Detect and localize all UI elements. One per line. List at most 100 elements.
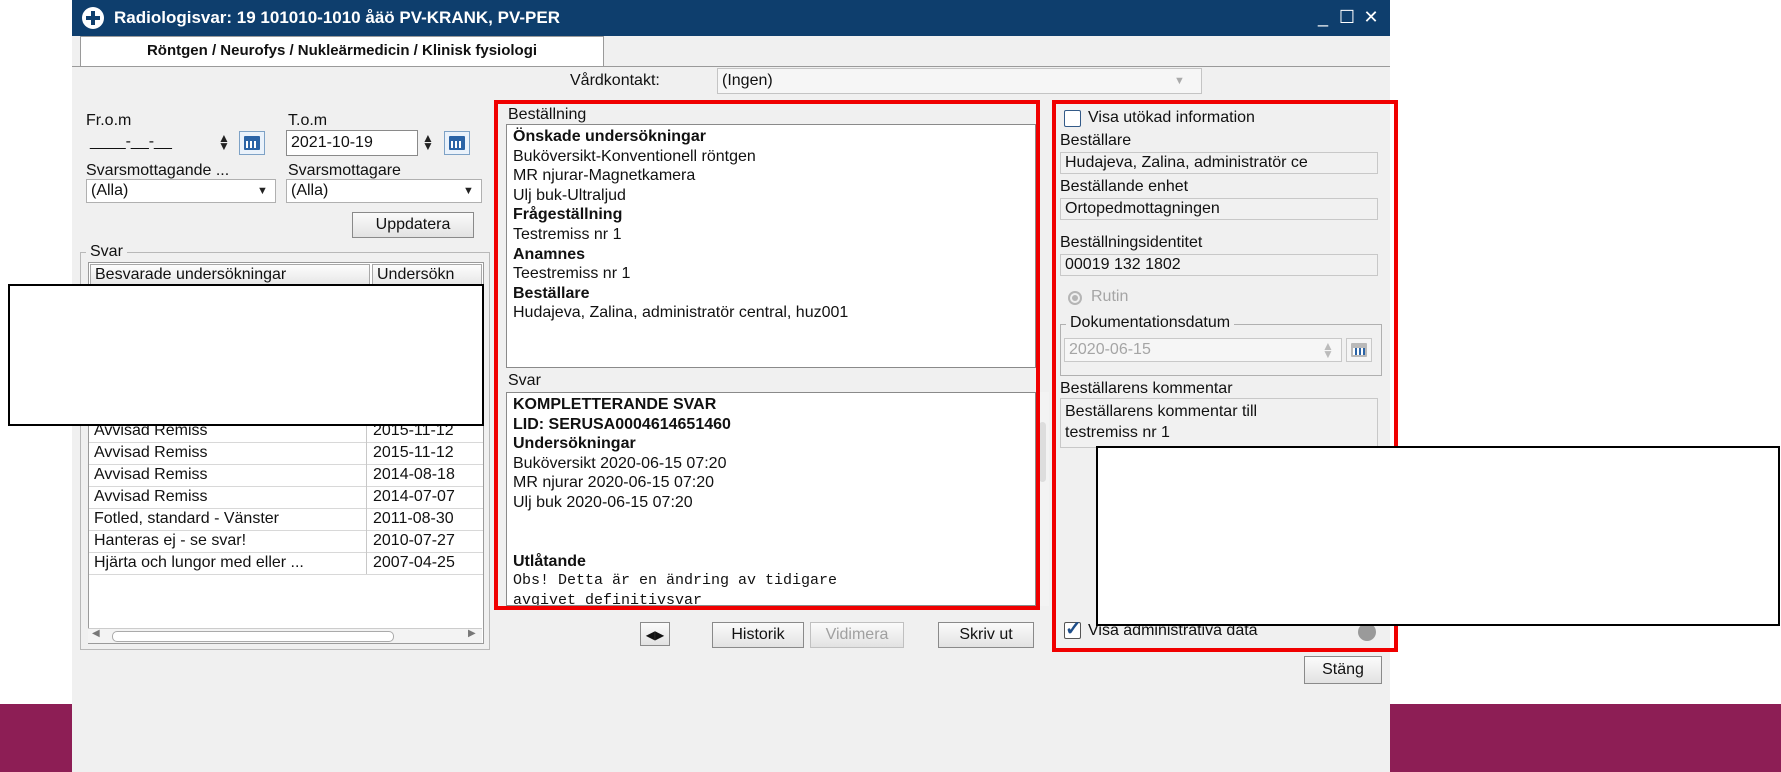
show-extended-checkbox[interactable]: [1064, 110, 1081, 127]
svar-label: Svar: [508, 372, 541, 389]
table-row[interactable]: Avvisad Remiss 2014-08-18: [89, 464, 483, 487]
order-line: Testremiss nr 1: [513, 225, 622, 243]
answer-line: Obs! Detta är en ändring av tidigare: [513, 572, 838, 590]
answer-line: Undersökningar: [513, 435, 636, 453]
redaction-box: [1096, 446, 1780, 626]
tab-divider: [72, 66, 1390, 67]
order-id-value: 00019 132 1802: [1060, 254, 1378, 276]
answer-line: MR njurar 2020-06-15 07:20: [513, 474, 715, 492]
order-line: Ulj buk-Ultraljud: [513, 186, 626, 204]
to-date-input[interactable]: 2021-10-19: [286, 130, 418, 156]
navigate-icon[interactable]: ◀▶: [640, 622, 670, 646]
show-admin-checkbox[interactable]: ✓: [1064, 618, 1082, 640]
from-date-spinner-arrows[interactable]: ▲ ▼: [218, 132, 230, 152]
orderer-value: Hudajeva, Zalina, administratör ce: [1060, 152, 1378, 174]
order-id-label: Beställningsidentitet: [1060, 234, 1203, 251]
answer-line: [513, 513, 1029, 533]
row-examination: Avvisad Remiss: [89, 464, 367, 486]
maximize-button[interactable]: ☐: [1336, 6, 1358, 28]
calendar-icon[interactable]: [239, 131, 265, 155]
row-date: 2015-11-12: [373, 444, 454, 461]
row-examination: Hanteras ej - se svar!: [89, 530, 367, 552]
column-header-examinations[interactable]: Besvarade undersökningar: [90, 264, 370, 286]
chevron-down-icon: ▼: [1174, 75, 1185, 87]
orderer-label: Beställare: [1060, 132, 1132, 149]
ordering-unit-label: Beställande enhet: [1060, 178, 1189, 195]
row-date: 2014-08-18: [373, 466, 455, 483]
bestallning-text[interactable]: Önskade undersökningar Buköversikt-Konve…: [506, 124, 1036, 368]
answer-line: Ulj buk 2020-06-15 07:20: [513, 493, 693, 511]
minimize-button[interactable]: _: [1312, 6, 1334, 28]
title-bar: Radiologisvar: 19 101010-1010 åäö PV-KRA…: [72, 0, 1390, 36]
row-examination: Hjärta och lungor med eller ...: [89, 552, 367, 574]
vertical-scrollbar[interactable]: [1036, 392, 1049, 606]
doc-date-input[interactable]: 2020-06-15: [1064, 338, 1342, 362]
vardkontakt-select[interactable]: (Ingen) ▼: [717, 68, 1202, 94]
receiving-unit-value: (Alla): [91, 182, 129, 199]
row-examination: Fotled, standard - Vänster: [89, 508, 367, 530]
row-date: 2010-07-27: [373, 532, 455, 549]
order-line: Anamnes: [513, 245, 586, 263]
table-row[interactable]: Hjärta och lungor med eller ... 2007-04-…: [89, 552, 483, 575]
receiver-label: Svarsmottagare: [288, 162, 401, 179]
bestallning-label: Beställning: [508, 106, 587, 123]
print-button[interactable]: Skriv ut: [938, 622, 1034, 648]
row-examination: Avvisad Remiss: [89, 486, 367, 508]
scroll-right-icon[interactable]: ▶: [468, 628, 476, 639]
redaction-box: [8, 284, 484, 426]
calendar-icon[interactable]: [444, 131, 470, 155]
priority-label: Rutin: [1091, 288, 1129, 305]
row-date: 2011-08-30: [373, 510, 454, 527]
horizontal-scrollbar[interactable]: ◀ ▶: [88, 628, 482, 643]
order-line: Hudajeva, Zalina, administratör central,…: [513, 304, 849, 322]
ordering-unit-value: Ortopedmottagningen: [1060, 198, 1378, 220]
priority-radio[interactable]: [1068, 291, 1082, 305]
column-header-date[interactable]: Undersökn: [372, 264, 482, 286]
close-window-button[interactable]: ✕: [1360, 6, 1382, 28]
scroll-thumb[interactable]: [112, 631, 394, 642]
table-row[interactable]: Avvisad Remiss 2015-11-12: [89, 442, 483, 465]
show-extended-label: Visa utökad information: [1088, 109, 1255, 126]
svar-text[interactable]: KOMPLETTERANDE SVAR LID: SERUSA000461465…: [506, 392, 1036, 606]
to-date-label: T.o.m: [288, 112, 328, 129]
answer-line: Utlåtande: [513, 552, 586, 570]
close-button[interactable]: Stäng: [1304, 656, 1382, 684]
receiver-select[interactable]: (Alla) ▼: [286, 179, 482, 203]
comment-label: Beställarens kommentar: [1060, 380, 1233, 397]
history-button[interactable]: Historik: [712, 622, 804, 648]
from-date-input[interactable]: ____-__-__: [86, 130, 212, 156]
row-date: 2007-04-25: [373, 554, 455, 571]
order-line: Teestremiss nr 1: [513, 265, 631, 283]
vardkontakt-value: (Ingen): [722, 72, 773, 89]
chevron-down-icon: ▼: [463, 185, 474, 197]
app-cross-icon: [82, 7, 104, 29]
tab-radiology[interactable]: Röntgen / Neurofys / Nukleärmedicin / Kl…: [80, 36, 604, 67]
comment-text: Beställarens kommentar till testremiss n…: [1060, 398, 1378, 448]
doc-date-label: Dokumentationsdatum: [1066, 314, 1235, 332]
doc-date-spinner-arrows[interactable]: ▲ ▼: [1322, 340, 1334, 360]
order-line: Buköversikt-Konventionell röntgen: [513, 147, 756, 165]
table-row[interactable]: Fotled, standard - Vänster 2011-08-30: [89, 508, 483, 531]
order-line: Beställare: [513, 284, 590, 302]
row-date: 2014-07-07: [373, 488, 455, 505]
answer-line: KOMPLETTERANDE SVAR: [513, 396, 717, 413]
comment-line: testremiss nr 1: [1065, 424, 1170, 441]
receiving-unit-select[interactable]: (Alla) ▼: [86, 179, 276, 203]
table-row[interactable]: Hanteras ej - se svar! 2010-07-27: [89, 530, 483, 553]
update-button[interactable]: Uppdatera: [352, 212, 474, 238]
order-line: Frågeställning: [513, 206, 623, 224]
sign-button[interactable]: Vidimera: [810, 622, 904, 648]
from-date-label: Fr.o.m: [86, 112, 132, 129]
answer-line: LID: SERUSA0004614651460: [513, 415, 731, 433]
receiving-unit-label: Svarsmottagande ...: [86, 162, 230, 179]
order-line: MR njurar-Magnetkamera: [513, 167, 696, 185]
calendar-icon[interactable]: [1346, 338, 1372, 362]
scroll-left-icon[interactable]: ◀: [92, 628, 100, 639]
answer-line: Buköversikt 2020-06-15 07:20: [513, 454, 727, 472]
window-title: Radiologisvar: 19 101010-1010 åäö PV-KRA…: [114, 8, 560, 27]
scroll-thumb[interactable]: [1039, 422, 1046, 482]
answer-line: avgivet definitivsvar: [513, 591, 703, 606]
to-date-spinner-arrows[interactable]: ▲ ▼: [422, 132, 434, 152]
comment-line: Beställarens kommentar till: [1065, 403, 1258, 420]
table-row[interactable]: Avvisad Remiss 2014-07-07: [89, 486, 483, 509]
